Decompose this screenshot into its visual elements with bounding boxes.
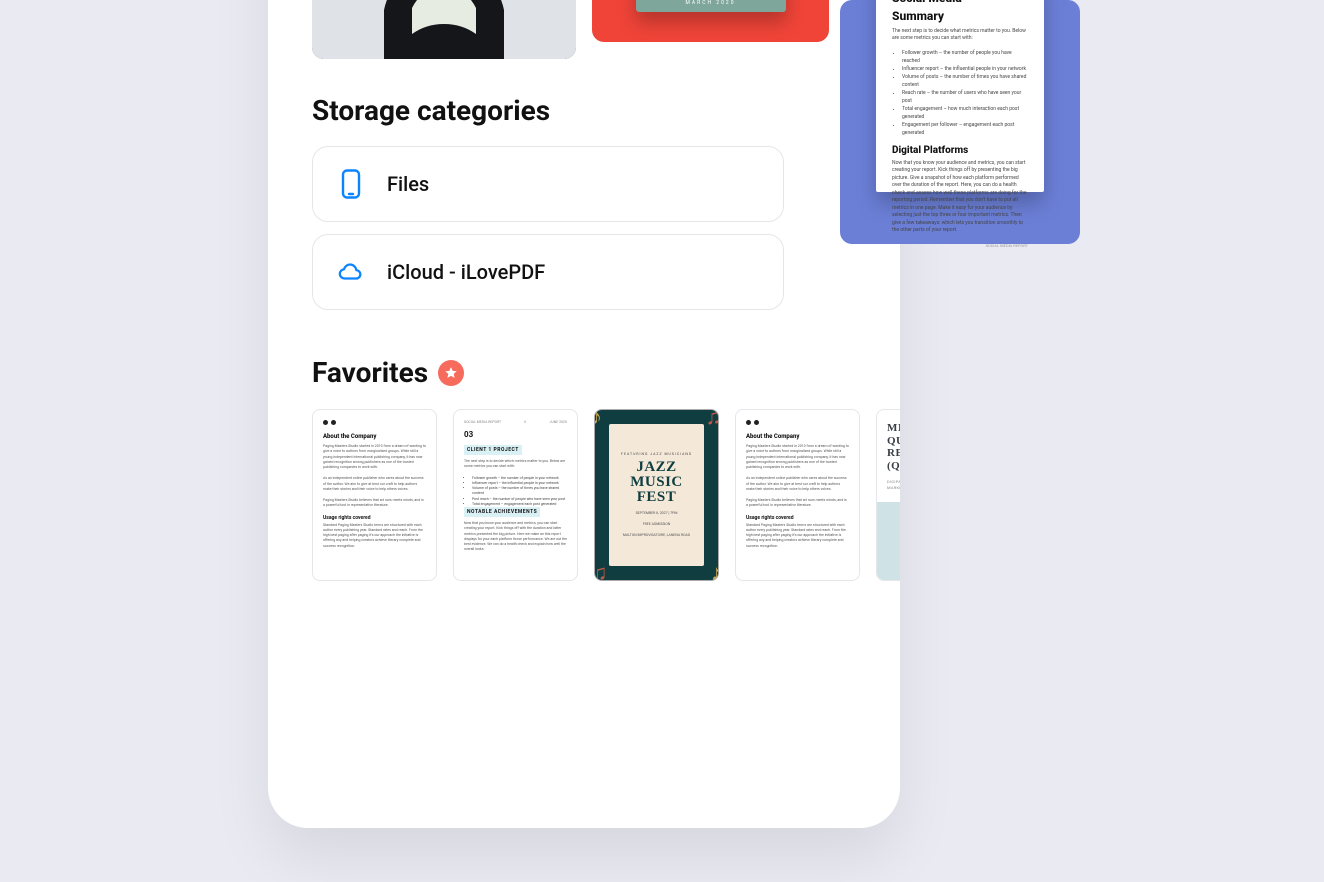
ss-h2: Digital Platforms [892,145,1028,156]
music-note-icon: ♫ [594,560,608,581]
proj-header: SOCIAL MEDIA REPORT II JUNE 2020 [464,420,567,424]
app-card-panel: Q1 SOCIAL MEDIA REPORT HEIMAN DIGITAL PR… [268,0,900,828]
mid-t4: (Q2) [887,460,900,473]
about2-sub: Usage rights covered [746,515,849,521]
proj-p2: Now that you know your audience and metr… [464,521,567,553]
ss-b2: Volume of posts – the number of times yo… [902,73,1028,89]
about-p2: As an independent online publisher who c… [323,476,426,492]
proj-bullets: Follower growth – the number of people i… [472,476,567,508]
mid-t3: REPORT [887,447,900,460]
storage-categories-title: Storage categories [312,94,550,127]
favorite-card-about-company-2[interactable]: About the Company Paging Masters Studio … [735,409,860,581]
ss-b3: Reach rate – the number of users who hav… [902,89,1028,105]
proj-b3: Post reach – the number of people who ha… [472,497,567,502]
doc-page-dots [323,420,426,425]
ss-b5: Engagement per follower – engagement eac… [902,121,1028,137]
about2-title: About the Company [746,433,849,440]
favorites-title: Favorites [312,356,428,389]
favorite-card-about-company-1[interactable]: About the Company Paging Masters Studio … [312,409,437,581]
recent-thumbnails-row: Q1 SOCIAL MEDIA REPORT HEIMAN DIGITAL PR… [312,0,829,59]
jazz-sub1: SEPTEMBER 8, 2027 | 7PM [636,511,678,516]
favorite-card-jazz-fest[interactable]: ♪ ♫ ♫ ♪ FEATURING JAZZ MUSICIANS JAZZ MU… [594,409,719,581]
jazz-sub2: FREE ADMISSION [643,522,671,527]
proj-page-num: 03 [464,430,567,439]
recent-thumb-portrait[interactable] [312,0,576,59]
ss-b4: Total engagement – how much interaction … [902,105,1028,121]
music-note-icon: ♪ [594,409,602,430]
storage-item-icloud[interactable]: iCloud - iLovePDF [312,234,784,310]
about-title: About the Company [323,433,426,440]
social-summary-doc: Social Media Summary The next step is to… [876,0,1044,192]
ss-b0: Follower growth – the number of people y… [902,49,1028,65]
proj-b0: Follower growth – the number of people i… [472,476,567,481]
mid-t2: QUARTER [887,435,900,448]
ss-p1: The next step is to decide what metrics … [892,28,1028,43]
ss-bullets: Follower growth – the number of people y… [902,49,1028,137]
proj-hl2: NOTABLE ACHIEVEMENTS [464,507,540,517]
storage-item-files[interactable]: Files [312,146,784,222]
proj-hl1: CLIENT 1 PROJECT [464,445,522,455]
favorite-card-client-project[interactable]: SOCIAL MEDIA REPORT II JUNE 2020 03 CLIE… [453,409,578,581]
mid-lower-bg [877,502,900,580]
recent-thumb-heiman[interactable]: Q1 SOCIAL MEDIA REPORT HEIMAN DIGITAL PR… [592,0,829,42]
jazz-sub3: MALTON IMPROVISATOIRE, LANENA ROAD [623,533,690,538]
doc-page-dots [746,420,849,425]
recent-thumb-social-summary[interactable]: Social Media Summary The next step is to… [840,0,1080,244]
heiman-date: MARCH 2020 [636,0,786,6]
favorites-title-row: Favorites [312,356,464,389]
jazz-line2: MUSIC [630,475,683,490]
proj-hdr-mid: II [524,420,526,424]
ss-h1a: Social Media [892,0,1028,6]
portrait-illustration [312,0,576,59]
about2-p3: Paging Masters Studio believes that art … [746,498,849,509]
favorite-card-mid-quarter[interactable]: JUNE 2020 MID- QUARTER REPORT (Q2) DIGIP… [876,409,900,581]
cloud-icon [337,258,365,286]
about-p1: Paging Masters Studio started in 2010 fr… [323,444,426,470]
proj-hdr-left: SOCIAL MEDIA REPORT [464,420,501,424]
mid-sub: DIGIPATRON PROMOTIONAL MEDIA DIGITAL MAR… [887,479,900,491]
proj-hdr-right: JUNE 2020 [550,420,567,424]
star-badge-icon [438,360,464,386]
favorites-row: About the Company Paging Masters Studio … [312,409,900,581]
about-sub: Usage rights covered [323,515,426,521]
ss-footer: SOCIAL MEDIA REPORT [892,243,1028,248]
music-note-icon: ♪ [711,560,719,581]
about-p4: Standard Paging Masters Studio terms are… [323,523,426,549]
about2-p1: Paging Masters Studio started in 2010 fr… [746,444,849,470]
mid-t1: MID- [887,422,900,435]
jazz-inner: FEATURING JAZZ MUSICIANS JAZZ MUSIC FEST… [609,424,704,566]
storage-item-icloud-label: iCloud - iLovePDF [387,260,545,284]
ss-h1b: Summary [892,10,1028,24]
jazz-line3: FEST [637,490,677,505]
proj-b2: Volume of posts – the number of times yo… [472,486,567,497]
jazz-eyebrow: FEATURING JAZZ MUSICIANS [621,452,692,456]
about-p3: Paging Masters Studio believes that art … [323,498,426,509]
storage-item-files-label: Files [387,172,429,196]
proj-p1: The next step is to decide which metrics… [464,459,567,470]
about2-p2: As an independent online publisher who c… [746,476,849,492]
music-note-icon: ♫ [706,409,720,430]
storage-categories-list: Files iCloud - iLovePDF [312,146,784,310]
heiman-doc: Q1 SOCIAL MEDIA REPORT HEIMAN DIGITAL PR… [636,0,786,12]
ss-b1: Influencer report – the influential peop… [902,65,1028,73]
phone-icon [337,170,365,198]
ss-p2: Now that you know your audience and metr… [892,160,1028,235]
jazz-line1: JAZZ [636,460,676,475]
about2-p4: Standard Paging Masters Studio terms are… [746,523,849,549]
